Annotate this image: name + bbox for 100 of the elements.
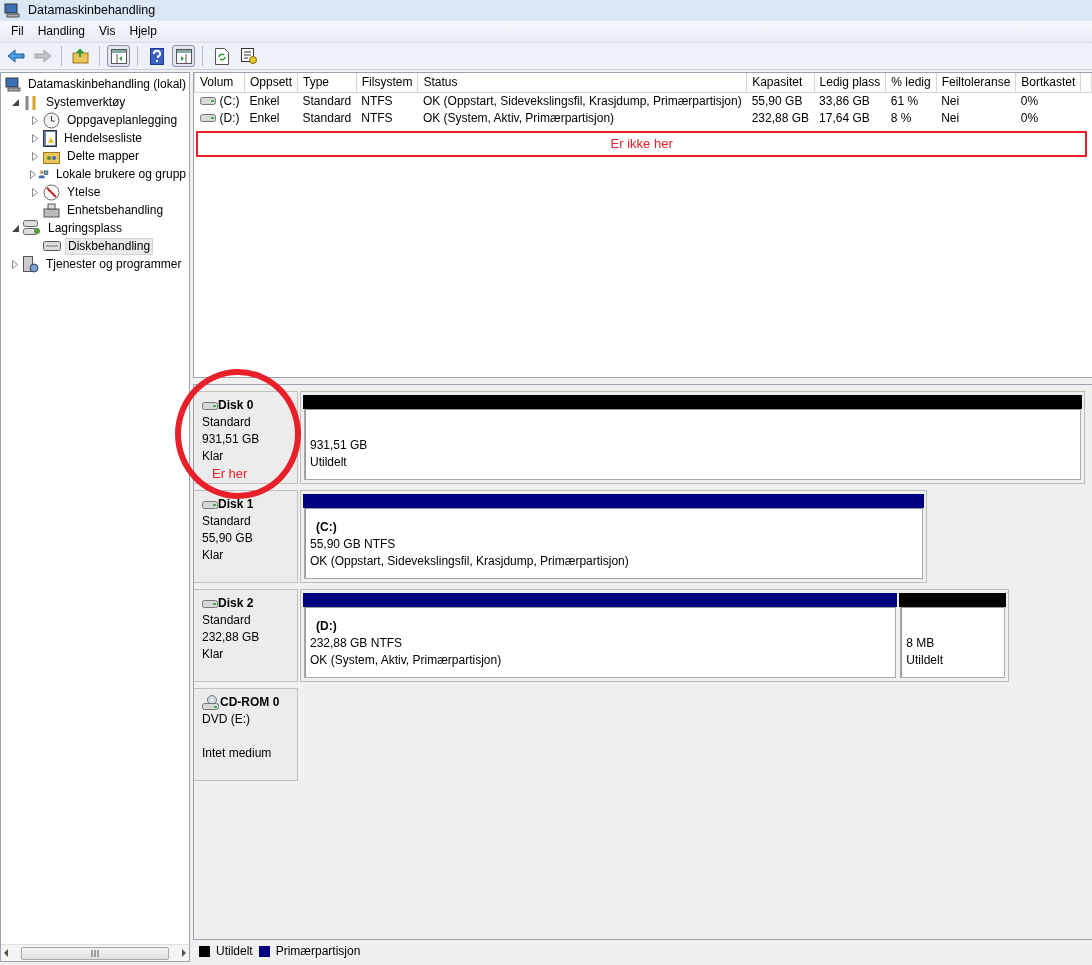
tree-item[interactable]: Ytelse — [64, 183, 104, 201]
pane-icon — [110, 48, 127, 64]
drive-icon — [199, 96, 216, 107]
tree-item[interactable]: Diskbehandling — [65, 237, 154, 255]
column-header[interactable]: Kapasitet — [746, 73, 815, 92]
column-header[interactable]: Oppsett — [244, 73, 298, 92]
table-cell: OK (Oppstart, Sidevekslingsfil, Krasjdump, Primærpartisjon) — [417, 92, 747, 110]
scroll-left-icon[interactable] — [3, 949, 9, 957]
drive-icon — [202, 499, 218, 510]
tree-item[interactable]: Tjenester og programmer — [43, 255, 185, 273]
disk-name: CD-ROM 0 — [220, 694, 280, 711]
menu-item[interactable]: Vis — [92, 21, 123, 42]
folder-up-icon — [72, 48, 89, 64]
tree-item[interactable]: Hendelsesliste — [61, 129, 146, 147]
expand-icon[interactable] — [32, 187, 38, 197]
menu-item[interactable]: Handling — [30, 21, 93, 42]
computer-icon — [5, 76, 21, 92]
table-cell: Standard — [297, 92, 357, 110]
partition-title: (D:) — [315, 618, 338, 635]
partition-box[interactable]: 8 MB Utildelt — [900, 607, 1005, 678]
tree-item[interactable]: Lagringsplass — [45, 219, 126, 237]
table-cell-text: 232,88 GB — [750, 109, 811, 127]
menu-item[interactable]: Hjelp — [122, 21, 164, 42]
horizontal-scrollbar[interactable] — [1, 944, 189, 961]
menu-item[interactable]: Fil — [4, 21, 31, 42]
expand-icon[interactable] — [32, 151, 38, 161]
tree-item[interactable]: Oppgaveplanlegging — [64, 111, 181, 129]
scrollbar-thumb[interactable] — [21, 946, 169, 960]
column-header[interactable]: Bortkastet — [1015, 73, 1081, 92]
tree-item[interactable]: Enhetsbehandling — [64, 201, 167, 219]
table-cell-text: Enkel — [248, 109, 281, 127]
expand-icon[interactable] — [29, 169, 36, 179]
column-header[interactable]: Ledig plass — [814, 73, 886, 92]
log-icon — [43, 129, 57, 147]
gauge-icon — [43, 183, 60, 201]
table-cell-text: OK (System, Aktiv, Primærpartisjon) — [421, 109, 616, 127]
table-cell-text: 8 % — [889, 109, 913, 127]
tree-item[interactable]: Systemverktøy — [43, 93, 129, 111]
back-arrow-icon — [6, 49, 25, 63]
table-cell: 61 % — [885, 92, 937, 110]
tree-item[interactable]: Lokale brukere og grupp — [52, 165, 189, 183]
disk-detail: 55,90 GB — [202, 530, 254, 547]
expand-icon[interactable] — [12, 259, 18, 269]
table-cell: Nei — [936, 92, 1016, 110]
tree-item[interactable]: Datamaskinbehandling (lokal) — [24, 75, 189, 93]
column-header[interactable]: % ledig — [885, 73, 937, 92]
drive-icon — [202, 598, 218, 609]
cd-drive-icon — [202, 694, 220, 711]
disk-detail: DVD (E:) — [202, 711, 251, 728]
refresh-icon — [214, 47, 229, 65]
pane-button[interactable] — [107, 45, 130, 67]
disk-detail: Klar — [202, 448, 225, 465]
table-cell: 0% — [1015, 92, 1081, 110]
column-header[interactable]: Filsystem — [356, 73, 418, 92]
disk-detail: Standard — [202, 513, 252, 530]
partition-box[interactable]: (C:) 55,90 GB NTFS OK (Oppstart, Sidevekslingsfil, Krasjdump, Primærpartisjon) — [304, 508, 923, 579]
table-cell-text: 0% — [1019, 109, 1040, 127]
column-header[interactable]: Type — [297, 73, 357, 92]
disk-detail: 931,51 GB — [202, 431, 261, 448]
partition-detail: 8 MB — [906, 635, 936, 652]
column-header[interactable]: Volum — [194, 73, 245, 92]
partition-detail: 232,88 GB NTFS — [310, 635, 404, 652]
disk-status: Intet medium — [202, 745, 273, 762]
pane-icon — [175, 48, 192, 64]
list-export-icon — [240, 48, 257, 64]
partition-box[interactable]: 931,51 GB Utildelt — [304, 409, 1081, 480]
expand-icon[interactable] — [32, 133, 38, 143]
column-header[interactable]: Status — [417, 73, 747, 92]
disk-detail: Klar — [202, 547, 225, 564]
window-title: Datamaskinbehandling — [28, 2, 156, 19]
expand-icon[interactable] — [32, 115, 38, 125]
disk-detail: Klar — [202, 646, 225, 663]
table-cell-text: 17,64 GB — [818, 109, 871, 127]
column-header[interactable]: Feiltoleranse — [936, 73, 1016, 92]
partition-detail: Utildelt — [310, 454, 348, 471]
storage-icon — [23, 220, 41, 236]
pane-button[interactable] — [172, 45, 195, 67]
tools-icon — [23, 93, 39, 111]
legend-label: Utildelt — [216, 942, 253, 960]
help-icon — [149, 47, 164, 65]
collapse-icon[interactable] — [11, 224, 19, 232]
partition-detail: OK (Oppstart, Sidevekslingsfil, Krasjdump, Primærpartisjon) — [310, 553, 630, 570]
table-cell: 55,90 GB — [746, 92, 815, 110]
disk-name: Disk 2 — [218, 595, 254, 612]
table-cell: Enkel — [244, 92, 298, 110]
collapse-icon[interactable] — [11, 98, 19, 106]
table-cell: 33,86 GB — [814, 92, 886, 110]
partition-detail: 931,51 GB — [310, 437, 369, 454]
grip-icon — [90, 949, 100, 957]
table-cell-text: NTFS — [360, 109, 394, 127]
services-icon — [23, 255, 39, 273]
annotation-text: Er ikke her — [610, 135, 673, 151]
table-cell-text: Nei — [940, 109, 961, 127]
partition-detail: OK (System, Aktiv, Primærpartisjon) — [310, 652, 503, 669]
drive-icon — [199, 113, 216, 124]
clock-icon — [43, 111, 60, 129]
scroll-right-icon[interactable] — [181, 949, 187, 957]
annotation-text: Er her — [211, 465, 249, 482]
tree-item[interactable]: Delte mapper — [64, 147, 143, 165]
partition-box[interactable]: (D:) 232,88 GB NTFS OK (System, Aktiv, Primærpartisjon) — [304, 607, 897, 678]
